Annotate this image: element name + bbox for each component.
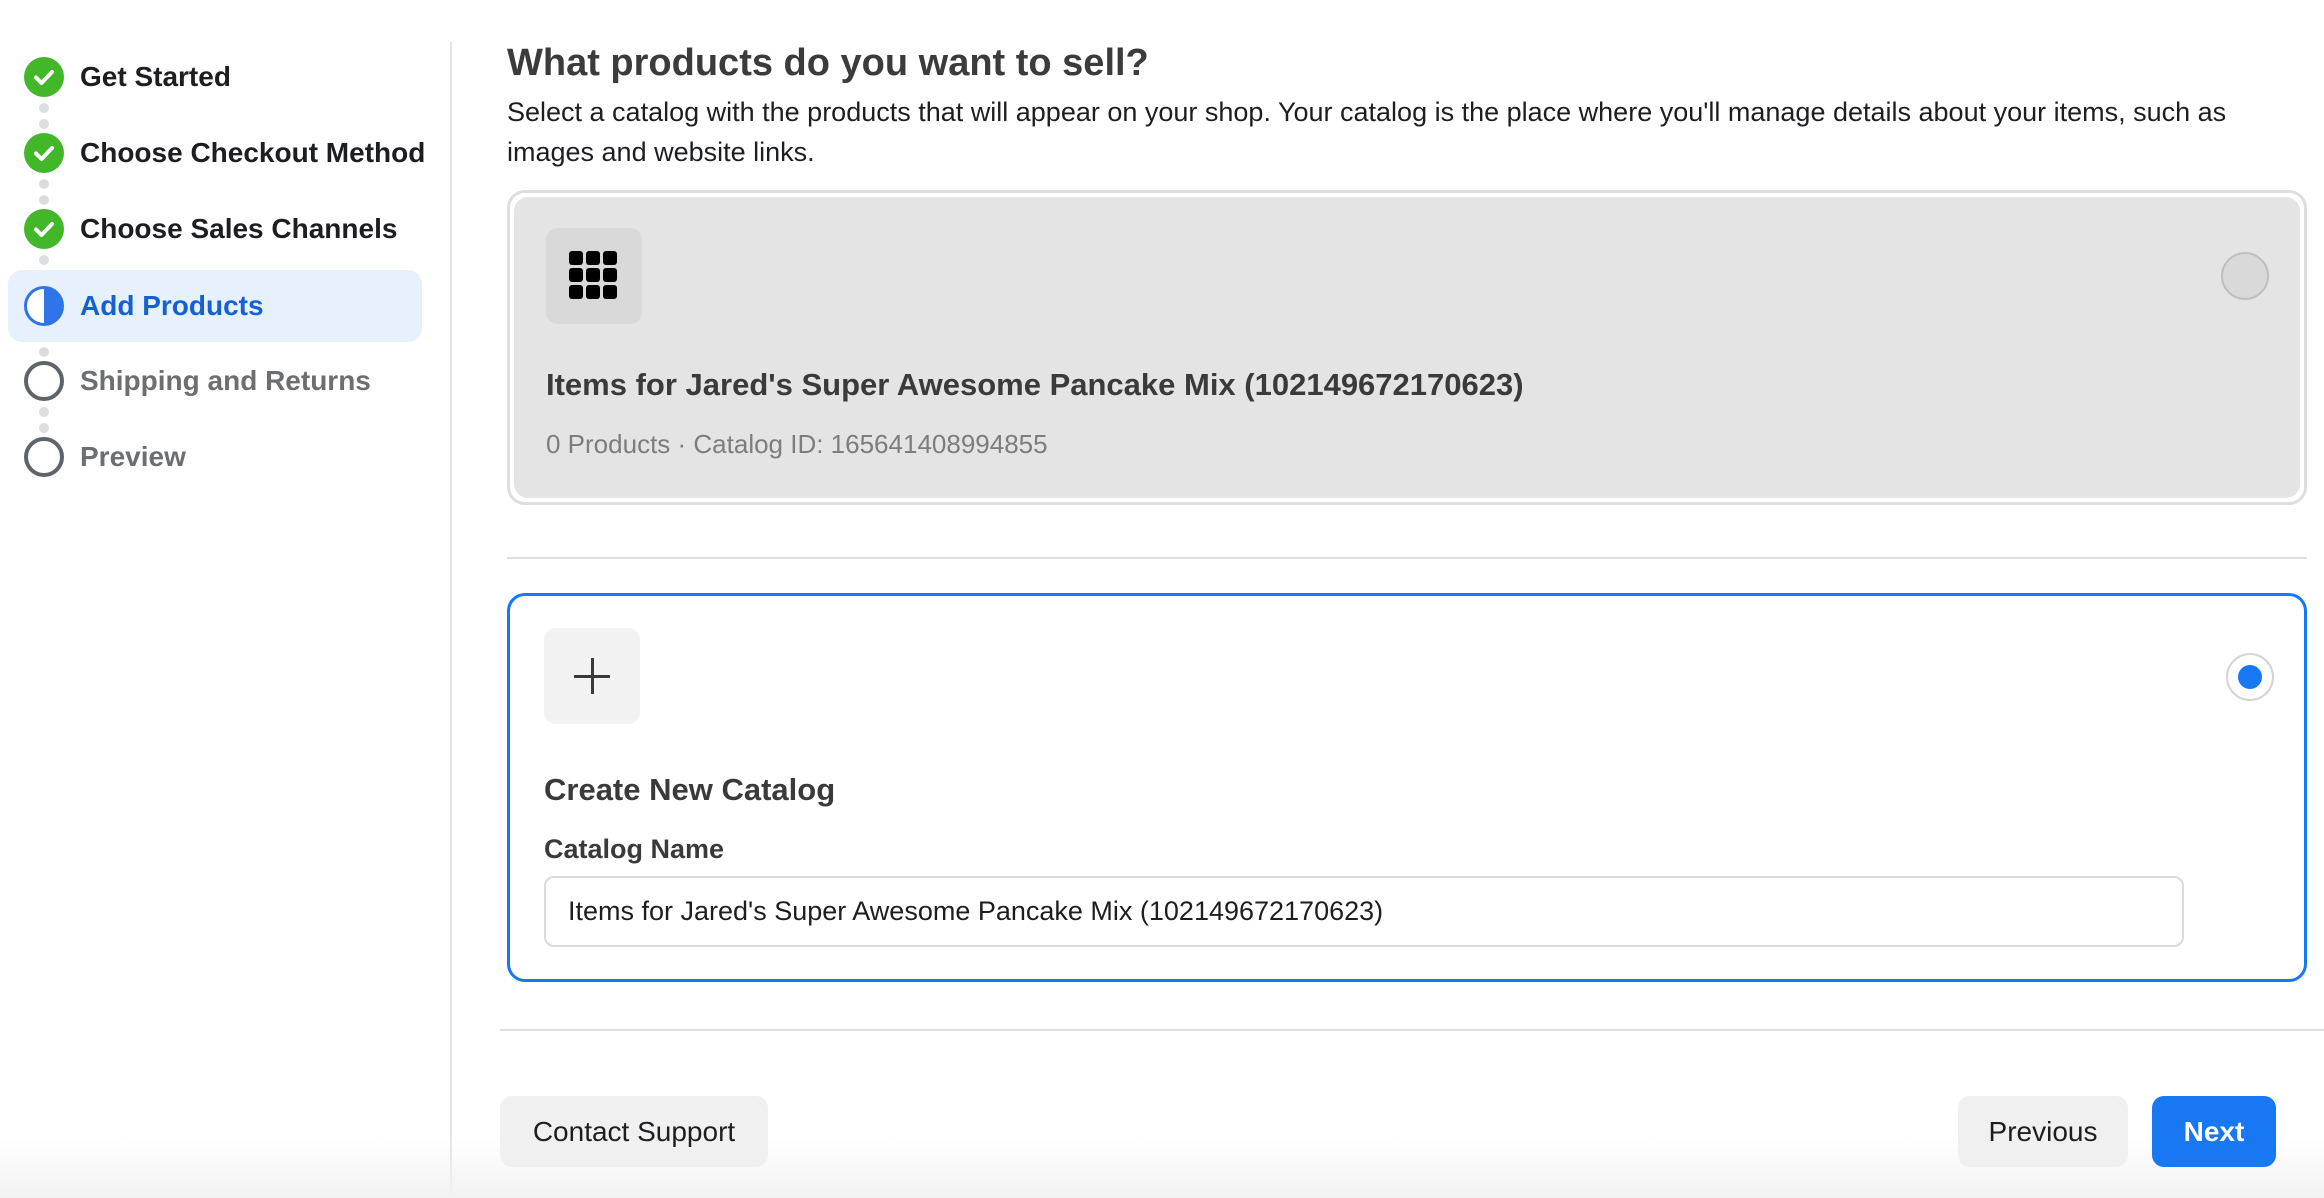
empty-circle-icon	[24, 361, 64, 401]
step-shipping-and-returns[interactable]: Shipping and Returns	[8, 345, 422, 417]
step-get-started[interactable]: Get Started	[8, 41, 422, 113]
create-new-catalog-radio[interactable]	[2226, 653, 2274, 701]
radio-selected-dot	[2238, 665, 2262, 689]
page-title: What products do you want to sell?	[507, 42, 1149, 84]
existing-catalog-card-body: Items for Jared's Super Awesome Pancake …	[514, 197, 2300, 498]
footer-divider	[500, 1029, 2324, 1031]
create-new-catalog-title: Create New Catalog	[544, 772, 836, 807]
contact-support-button[interactable]: Contact Support	[500, 1096, 768, 1167]
existing-catalog-radio[interactable]	[2221, 252, 2269, 300]
half-circle-icon	[24, 286, 64, 326]
step-add-products[interactable]: Add Products	[8, 270, 422, 342]
catalog-name-input[interactable]	[544, 876, 2184, 947]
step-label: Choose Checkout Method	[80, 137, 426, 168]
step-choose-checkout-method[interactable]: Choose Checkout Method	[8, 117, 426, 189]
check-circle-icon	[24, 209, 64, 249]
step-label: Add Products	[80, 290, 264, 321]
setup-page: Get Started Choose Checkout Method Choos…	[0, 0, 2324, 1198]
check-circle-icon	[24, 133, 64, 173]
step-label: Get Started	[80, 61, 231, 92]
plus-icon	[574, 658, 610, 694]
step-label: Choose Sales Channels	[80, 213, 398, 244]
previous-button[interactable]: Previous	[1958, 1096, 2128, 1167]
check-circle-icon	[24, 57, 64, 97]
catalog-name-label: Catalog Name	[544, 834, 725, 864]
empty-circle-icon	[24, 437, 64, 477]
step-label: Preview	[80, 441, 186, 472]
page-description: Select a catalog with the products that …	[507, 97, 2227, 167]
existing-catalog-meta: 0 Products · Catalog ID: 165641408994855	[546, 429, 1048, 459]
existing-catalog-option[interactable]: Items for Jared's Super Awesome Pancake …	[507, 190, 2307, 505]
catalog-icon-box	[546, 228, 642, 324]
step-choose-sales-channels[interactable]: Choose Sales Channels	[8, 193, 422, 265]
step-label: Shipping and Returns	[80, 365, 371, 396]
step-preview[interactable]: Preview	[8, 421, 422, 493]
setup-stepper: Get Started Choose Checkout Method Choos…	[0, 0, 451, 1198]
next-button[interactable]: Next	[2152, 1096, 2276, 1167]
sidebar-divider	[450, 42, 452, 1198]
existing-catalog-name: Items for Jared's Super Awesome Pancake …	[546, 367, 1524, 402]
create-icon-box	[544, 628, 640, 724]
create-new-catalog-option[interactable]: Create New Catalog Catalog Name	[507, 593, 2307, 982]
section-divider	[507, 557, 2307, 559]
grid-icon	[569, 251, 619, 301]
